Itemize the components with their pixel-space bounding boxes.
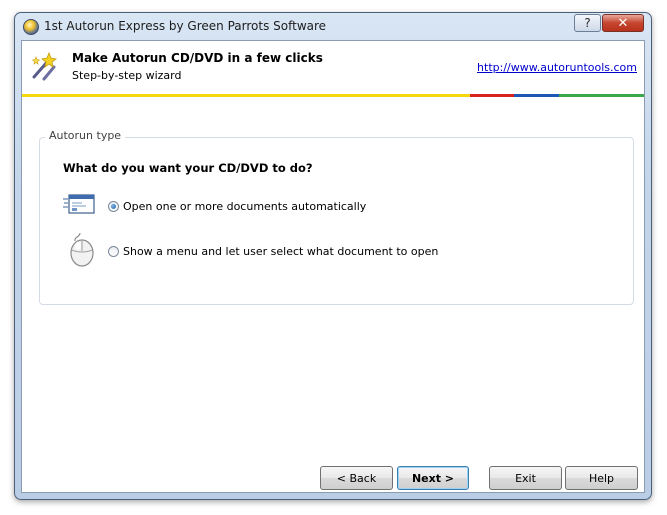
stripe-blue [514,94,560,97]
stripe-red [469,94,515,97]
magic-wand-icon [31,51,57,81]
exit-button[interactable]: Exit [489,466,562,490]
wizard-window: 1st Autorun Express by Green Parrots Sof… [14,12,652,500]
stripe-green [559,94,644,97]
next-button[interactable]: Next > [397,466,469,490]
help-title-button[interactable]: ? [574,14,601,32]
wizard-client-area: Make Autorun CD/DVD in a few clicks Step… [21,40,645,493]
back-button[interactable]: < Back [320,466,393,490]
window-title: 1st Autorun Express by Green Parrots Sof… [44,19,327,33]
header-title: Make Autorun CD/DVD in a few clicks [72,51,323,65]
header-subtitle: Step-by-step wizard [72,69,182,82]
mouse-icon [70,232,94,267]
stripe-yellow [22,94,470,97]
option-open-documents-radio[interactable] [108,201,119,212]
close-button[interactable]: ✕ [602,14,644,32]
group-label: Autorun type [45,129,126,142]
website-link[interactable]: http://www.autoruntools.com [477,61,637,74]
wizard-header: Make Autorun CD/DVD in a few clicks Step… [22,41,644,94]
help-button[interactable]: Help [565,466,638,490]
option-open-documents-label[interactable]: Open one or more documents automatically [123,200,366,213]
question-text: What do you want your CD/DVD to do? [63,161,313,175]
title-bar[interactable]: 1st Autorun Express by Green Parrots Sof… [15,13,651,39]
option-show-menu-radio[interactable] [108,246,119,257]
option-show-menu-label[interactable]: Show a menu and let user select what doc… [123,245,438,258]
app-icon [23,19,39,35]
document-window-icon [63,194,95,214]
color-stripe [22,94,644,97]
